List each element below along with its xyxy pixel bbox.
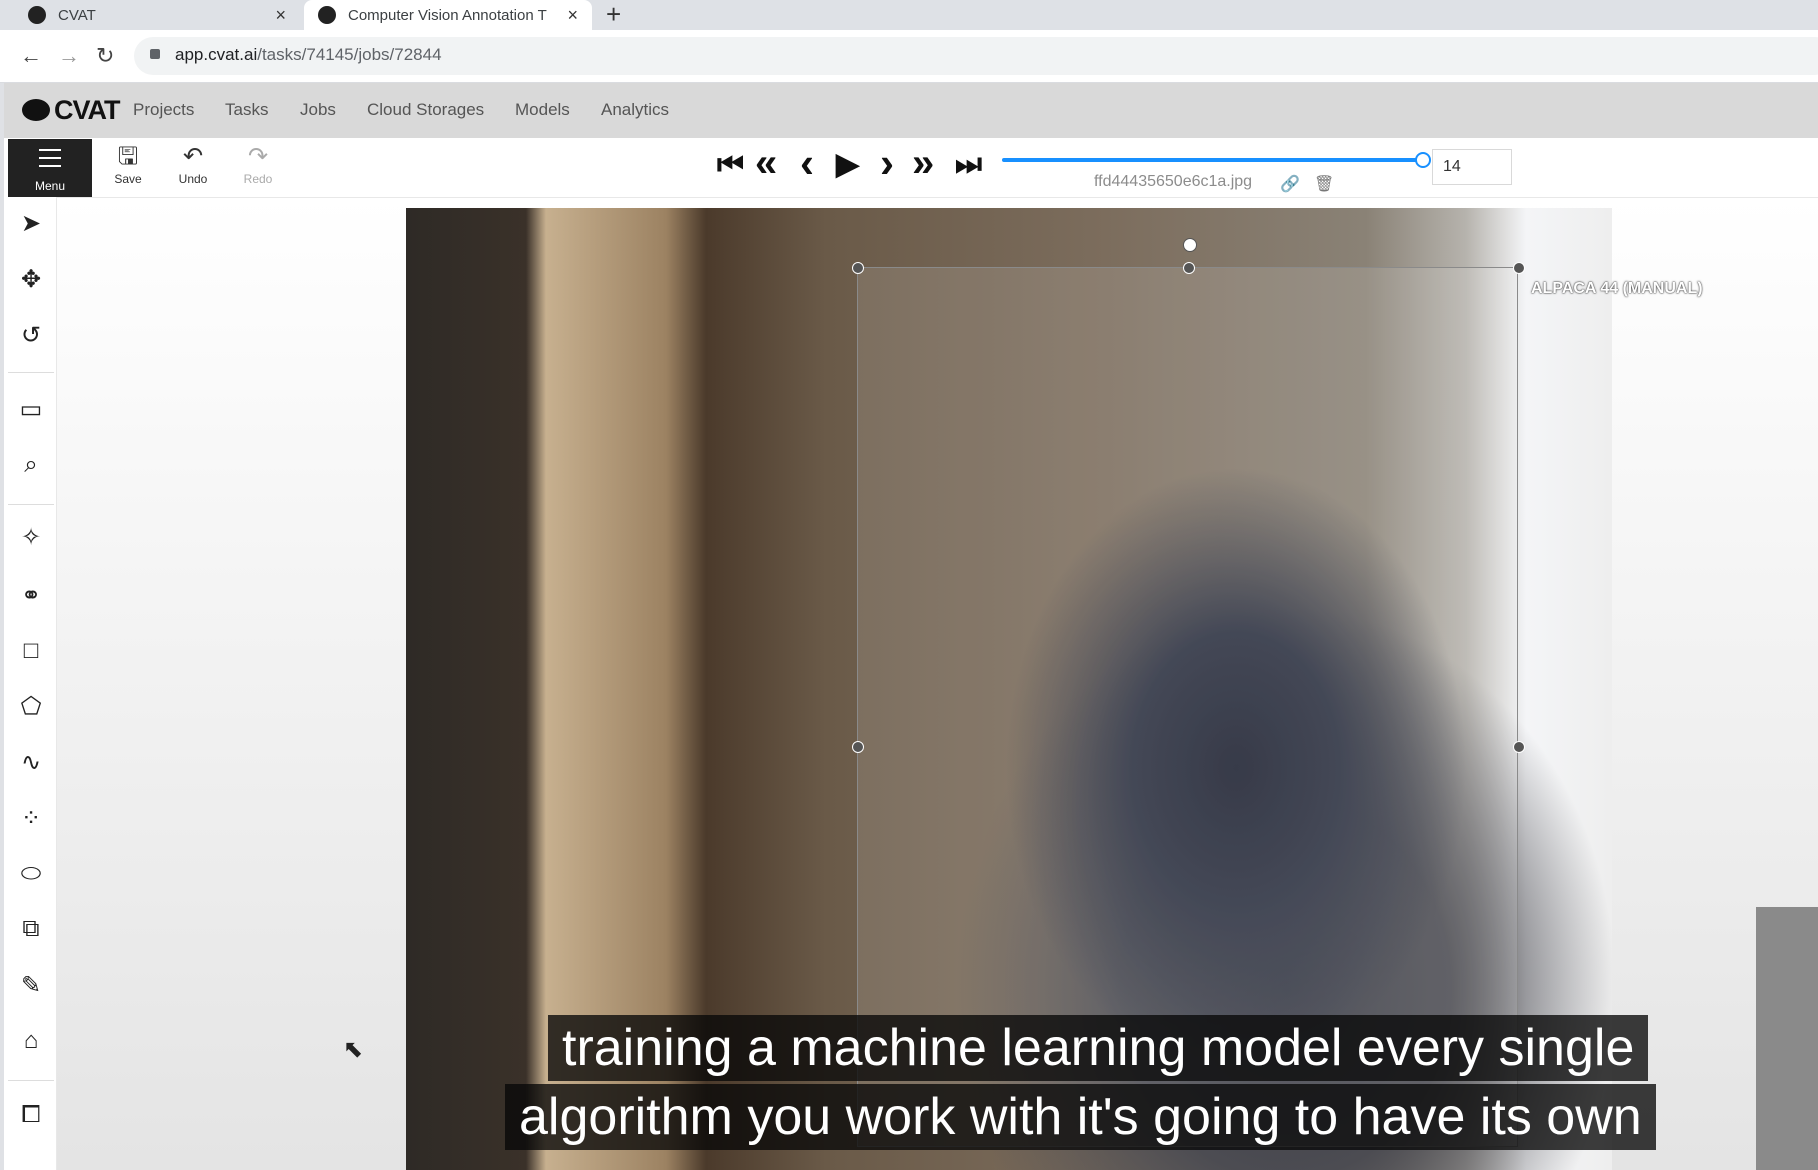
first-frame-icon[interactable]: ⏮ [717,148,744,182]
logo-text: CVAT [54,94,120,125]
nav-tasks[interactable]: Tasks [225,100,268,120]
move-icon[interactable]: ✥ [14,262,48,296]
hamburger-icon [39,149,61,167]
save-label: Save [114,172,142,186]
redo-icon: ↷ [247,143,269,170]
menu-label: Menu [34,179,66,193]
polygon-icon[interactable]: ⬠ [14,689,48,723]
redo-button[interactable]: ↷ Redo [228,142,288,186]
reload-button[interactable]: ↻ [96,44,114,68]
url-domain: app.cvat.ai [175,45,258,64]
cvat-logo[interactable]: CVAT [22,94,120,125]
lock-icon [150,49,160,59]
rotation-handle[interactable] [1183,238,1197,252]
fast-backward-icon[interactable]: « [755,143,777,183]
url-text[interactable]: app.cvat.ai/tasks/74145/jobs/72844 [175,45,442,65]
points-icon[interactable]: ⁘ [14,801,48,835]
rotate-icon[interactable]: ↺ [14,318,48,352]
rectangle-icon[interactable]: □ [14,634,48,668]
undo-button[interactable]: ↶ Undo [163,142,223,186]
nav-models[interactable]: Models [515,100,570,120]
undo-icon: ↶ [182,143,204,170]
save-button[interactable]: 🖫 Save [98,142,158,186]
frame-slider-handle[interactable] [1415,152,1431,168]
tab-title: Computer Vision Annotation T [348,6,547,24]
browser-tab-active[interactable]: Computer Vision Annotation T × [304,0,592,30]
save-icon: 🖫 [117,143,139,170]
resize-handle[interactable] [852,262,864,274]
cuboid-icon[interactable]: ⧉ [14,912,48,946]
link-icon[interactable]: 🔗 [1280,174,1300,194]
mouse-pointer-icon: ⬉ [343,1036,364,1063]
frame-slider[interactable] [1002,158,1424,162]
magic-wand-icon[interactable]: ✧ [14,520,48,554]
nav-analytics[interactable]: Analytics [601,100,669,120]
opencv-icon[interactable]: ⚭ [14,578,48,612]
cvat-eye-icon [22,99,50,121]
resize-handle[interactable] [1183,262,1195,274]
next-frame-icon[interactable]: › [880,142,894,184]
nav-cloud-storages[interactable]: Cloud Storages [367,100,484,120]
new-tab-button[interactable]: + [606,0,621,30]
close-icon[interactable]: × [567,5,578,26]
undo-label: Undo [178,172,208,186]
previous-frame-icon[interactable]: ‹ [800,142,814,184]
sidebar-divider [8,1080,54,1081]
resize-handle[interactable] [1513,741,1525,753]
nav-jobs[interactable]: Jobs [300,100,336,120]
play-icon[interactable]: ▶ [836,148,859,182]
browser-tab-cvat[interactable]: CVAT × [14,0,300,30]
last-frame-icon[interactable]: ⏭ [955,148,982,182]
app-header [4,83,1818,138]
zoom-region-icon[interactable]: ⌕ [14,448,48,482]
ellipse-icon[interactable]: ⬭ [14,857,48,891]
polyline-icon[interactable]: ∿ [14,745,48,779]
back-button[interactable]: ← [20,44,42,68]
close-icon[interactable]: × [275,5,286,26]
url-path: /tasks/74145/jobs/72844 [257,45,442,64]
fast-forward-icon[interactable]: » [912,143,934,183]
caption-line-2: algorithm you work with it's going to ha… [505,1084,1656,1150]
group-icon[interactable]: ⧠ [14,1098,48,1132]
sidebar-divider [8,504,54,505]
menu-button[interactable]: Menu [8,139,92,197]
resize-handle[interactable] [852,741,864,753]
nav-projects[interactable]: Projects [133,100,194,120]
cvat-favicon-icon [28,6,46,24]
forward-button[interactable]: → [58,44,80,68]
frame-filename: ffd44435650e6c1a.jpg [1094,173,1253,190]
frame-number-input[interactable]: 14 [1432,149,1512,185]
redo-label: Redo [243,172,273,186]
cvat-favicon-icon [318,6,336,24]
delete-frame-icon[interactable]: 🗑 [1314,174,1334,194]
objects-panel-edge[interactable] [1756,907,1818,1170]
resize-handle[interactable] [1513,262,1525,274]
brush-icon[interactable]: ✎ [14,968,48,1002]
sidebar-divider [8,372,54,373]
fit-image-icon[interactable]: ▭ [14,392,48,426]
cursor-icon[interactable]: ➤ [14,206,48,240]
object-label: ALPACA 44 (MANUAL) [1531,280,1703,297]
tab-title: CVAT [58,6,96,24]
tag-icon[interactable]: ⌂ [14,1024,48,1058]
caption-line-1: training a machine learning model every … [548,1015,1649,1081]
